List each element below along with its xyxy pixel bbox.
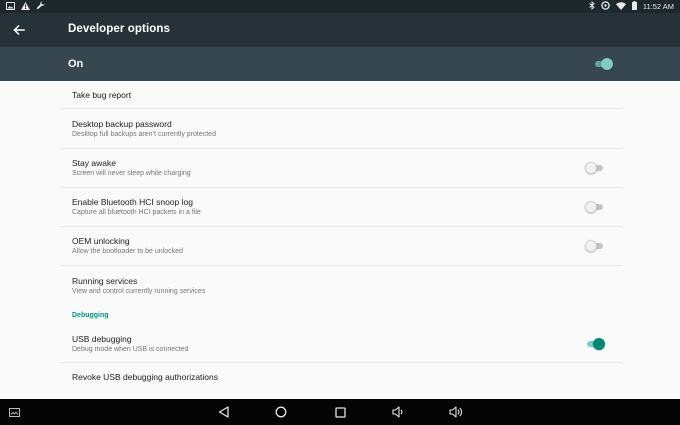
list-item-revoke-usb-debugging[interactable]: Revoke USB debugging authorizations <box>60 363 622 393</box>
category-debugging: Debugging <box>60 306 622 325</box>
bluetooth-hci-snoop-toggle[interactable] <box>585 201 604 213</box>
wifi-icon <box>615 1 626 12</box>
item-subtitle: Allow the bootloader to be unlocked <box>72 248 183 255</box>
item-title: Take bug report <box>72 90 132 100</box>
status-bar: 11:52 AM <box>0 0 680 13</box>
developer-options-toggle[interactable] <box>594 58 613 70</box>
item-subtitle: Capture all bluetooth HCI packets in a f… <box>72 209 201 216</box>
item-subtitle: Debug mode when USB is connected <box>72 346 189 353</box>
status-time: 11:52 AM <box>642 2 674 11</box>
master-switch-bar[interactable]: On <box>0 47 680 81</box>
volume-down-icon[interactable] <box>390 404 406 420</box>
item-title: Stay awake <box>72 158 116 168</box>
item-subtitle: Screen will never sleep while charging <box>72 170 191 177</box>
item-title: OEM unlocking <box>72 236 130 246</box>
usb-debugging-toggle[interactable] <box>586 338 605 350</box>
list-item-stay-awake[interactable]: Stay awake Screen will never sleep while… <box>60 149 622 188</box>
list-item-usb-debugging[interactable]: USB debugging Debug mode when USB is con… <box>60 325 622 363</box>
item-subtitle: Desktop full backups aren’t currently pr… <box>72 131 216 138</box>
battery-icon <box>631 1 637 12</box>
item-title: USB debugging <box>72 334 132 344</box>
item-subtitle: View and control currently running servi… <box>72 288 206 295</box>
back-icon[interactable] <box>215 404 231 420</box>
list-item-bluetooth-hci-snoop-log[interactable]: Enable Bluetooth HCI snoop log Capture a… <box>60 188 622 227</box>
volume-up-icon[interactable] <box>448 404 464 420</box>
settings-list: Take bug report Desktop backup password … <box>60 81 622 393</box>
recents-icon[interactable] <box>332 404 348 420</box>
arrow-back-icon[interactable] <box>10 21 28 39</box>
item-title: Revoke USB debugging authorizations <box>72 372 219 382</box>
list-item-desktop-backup-password[interactable]: Desktop backup password Desktop full bac… <box>60 109 622 149</box>
page-title: Developer options <box>68 23 171 35</box>
data-saver-icon <box>601 1 610 12</box>
list-item-oem-unlocking[interactable]: OEM unlocking Allow the bootloader to be… <box>60 227 622 266</box>
wrench-icon <box>36 1 45 12</box>
oem-unlocking-toggle[interactable] <box>585 240 604 252</box>
stay-awake-toggle[interactable] <box>585 162 604 174</box>
item-title: Desktop backup password <box>72 119 172 129</box>
navigation-bar <box>0 399 680 425</box>
item-title: Enable Bluetooth HCI snoop log <box>72 197 193 207</box>
category-label: Debugging <box>72 312 109 319</box>
screenshot-icon[interactable] <box>6 404 22 420</box>
app-bar: Developer options <box>0 13 680 47</box>
warning-icon <box>21 1 30 12</box>
home-icon[interactable] <box>273 404 289 420</box>
list-item-running-services[interactable]: Running services View and control curren… <box>60 266 622 306</box>
list-item-take-bug-report[interactable]: Take bug report <box>60 81 622 109</box>
item-title: Running services <box>72 276 138 286</box>
master-switch-label: On <box>68 58 84 70</box>
gallery-icon <box>6 1 15 12</box>
bluetooth-icon <box>589 0 595 12</box>
